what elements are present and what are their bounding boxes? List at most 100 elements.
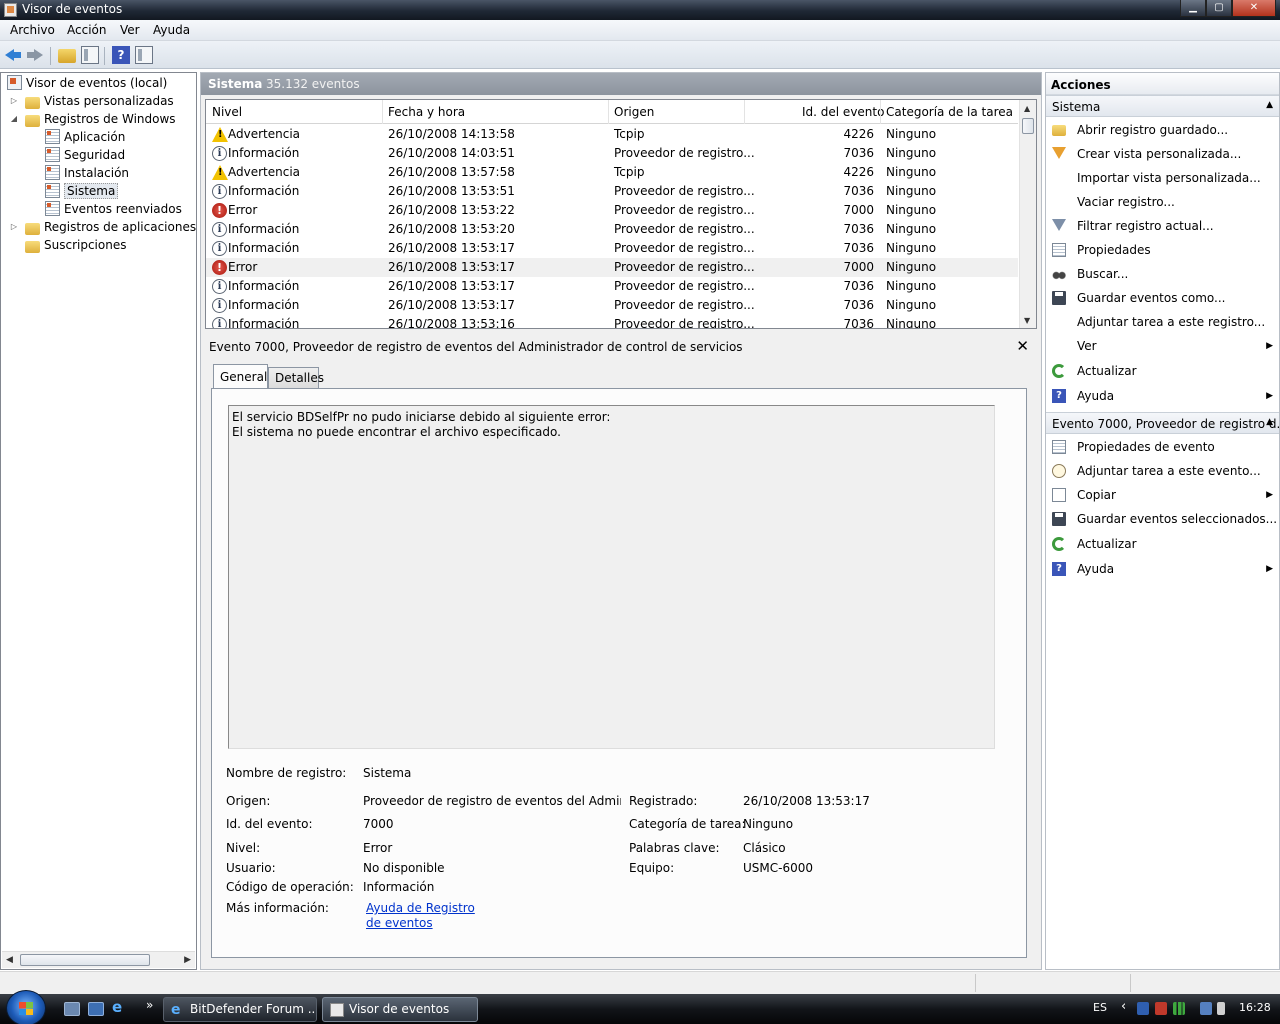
table-row[interactable]: i Información 26/10/2008 13:53:17 Proveedor… — [206, 239, 1018, 258]
column-categoria[interactable]: Categoría de la tarea — [886, 105, 1013, 119]
actions-section-evento[interactable]: Evento 7000, Proveedor de registro d... … — [1046, 412, 1279, 434]
actions-section-sistema[interactable]: Sistema ▲ — [1046, 95, 1279, 117]
internet-explorer-icon[interactable]: e — [112, 1000, 128, 1015]
action-item[interactable]: ? Ayuda ▶ — [1046, 559, 1279, 579]
event-description[interactable]: El servicio BDSelfPr no pudo iniciarse d… — [228, 405, 995, 749]
table-row[interactable]: Advertencia 26/10/2008 13:57:58 Tcpip 4226 N… — [206, 163, 1018, 182]
action-item[interactable]: Adjuntar tarea a este evento... — [1046, 461, 1279, 481]
table-row[interactable]: i Información 26/10/2008 13:53:17 Proveedor… — [206, 277, 1018, 296]
column-id[interactable]: Id. del evento — [802, 105, 884, 119]
more-info-link[interactable]: Ayuda de Registro de eventos — [366, 901, 486, 931]
quicklaunch-more-icon[interactable]: » — [146, 998, 153, 1012]
column-fecha[interactable]: Fecha y hora — [388, 105, 465, 119]
network-signal-icon[interactable] — [1173, 1002, 1185, 1015]
scroll-left-icon[interactable]: ◀ — [6, 955, 13, 965]
maximize-button[interactable]: ▢ — [1206, 0, 1232, 17]
action-item[interactable]: Guardar eventos seleccionados... — [1046, 509, 1279, 529]
scroll-right-icon[interactable]: ▶ — [184, 955, 191, 965]
menu-archivo[interactable]: Archivo — [10, 23, 55, 37]
action-item[interactable]: Copiar ▶ — [1046, 485, 1279, 505]
column-divider[interactable] — [382, 100, 383, 124]
table-row[interactable]: ! Error 26/10/2008 13:53:22 Proveedor de re… — [206, 201, 1018, 220]
action-item[interactable]: Vaciar registro... — [1046, 192, 1279, 212]
tree-item-aplicacion[interactable]: Aplicación — [45, 128, 125, 146]
action-item[interactable]: Importar vista personalizada... — [1046, 168, 1279, 188]
table-row[interactable]: i Información 26/10/2008 14:03:51 Proveedor… — [206, 144, 1018, 163]
start-button[interactable] — [6, 990, 46, 1024]
close-button[interactable]: ✕ — [1232, 0, 1276, 17]
console-tree: Visor de eventos (local) ▷ Vistas person… — [0, 72, 197, 970]
task-visor-eventos[interactable]: Visor de eventos — [322, 997, 478, 1022]
tab-general[interactable]: General — [213, 364, 268, 388]
action-item[interactable]: ? Ayuda ▶ — [1046, 386, 1279, 406]
action-item[interactable]: Actualizar — [1046, 534, 1279, 554]
scroll-down-icon[interactable]: ▼ — [1024, 316, 1030, 325]
tab-detalles[interactable]: Detalles — [268, 367, 324, 388]
collapse-arrow-icon[interactable]: ◢ — [9, 114, 19, 123]
action-item[interactable]: Propiedades de evento — [1046, 437, 1279, 457]
forward-arrow-icon[interactable] — [26, 46, 44, 64]
table-row[interactable]: ! Error 26/10/2008 13:53:17 Proveedor de re… — [206, 258, 1018, 277]
bitdefender-tray-icon[interactable] — [1155, 1002, 1167, 1015]
show-hide-tree-icon[interactable] — [81, 46, 99, 64]
table-row[interactable]: Advertencia 26/10/2008 14:13:58 Tcpip 4226 N… — [206, 125, 1018, 144]
clock[interactable]: 16:28 — [1239, 1001, 1271, 1014]
table-row[interactable]: i Información 26/10/2008 13:53:16 Proveedor… — [206, 315, 1018, 328]
menu-ver[interactable]: Ver — [120, 23, 140, 37]
switch-windows-icon[interactable] — [88, 1002, 104, 1016]
action-item[interactable]: Crear vista personalizada... — [1046, 144, 1279, 164]
tree-horizontal-scrollbar[interactable]: ◀ ▶ — [2, 951, 195, 968]
scrollbar-thumb[interactable] — [1022, 118, 1034, 134]
show-hide-actions-icon[interactable] — [135, 46, 153, 64]
network-icon[interactable] — [1200, 1002, 1212, 1015]
scroll-up-icon[interactable]: ▲ — [1024, 104, 1030, 113]
back-arrow-icon[interactable] — [4, 46, 22, 64]
column-origen[interactable]: Origen — [614, 105, 654, 119]
tree-item-registros-aplicaciones[interactable]: Registros de aplicaciones y s — [25, 218, 196, 236]
tray-chevron-icon[interactable]: ‹ — [1121, 999, 1126, 1014]
action-label: Actualizar — [1077, 364, 1137, 378]
action-item[interactable]: Filtrar registro actual... — [1046, 216, 1279, 236]
action-item[interactable]: Propiedades — [1046, 240, 1279, 260]
menu-ayuda[interactable]: Ayuda — [153, 23, 190, 37]
tree-item-instalacion[interactable]: Instalación — [45, 164, 129, 182]
minimize-button[interactable]: ▁ — [1180, 0, 1206, 17]
action-item[interactable]: Buscar... — [1046, 264, 1279, 284]
tree-item-eventos-reenviados[interactable]: Eventos reenviados — [45, 200, 182, 218]
tree-item-suscripciones[interactable]: Suscripciones — [25, 236, 126, 254]
action-item[interactable]: Ver ▶ — [1046, 336, 1279, 356]
action-item[interactable]: Abrir registro guardado... — [1046, 120, 1279, 140]
action-item[interactable]: Adjuntar tarea a este registro... — [1046, 312, 1279, 332]
help-icon: ? — [1052, 389, 1066, 403]
tray-app-icon[interactable] — [1137, 1002, 1149, 1015]
column-divider[interactable] — [608, 100, 609, 124]
task-bitdefender-forum[interactable]: e BitDefender Forum ... — [163, 997, 317, 1022]
language-indicator[interactable]: ES — [1093, 1001, 1107, 1014]
up-folder-icon[interactable] — [58, 49, 76, 63]
table-row[interactable]: i Información 26/10/2008 13:53:17 Proveedor… — [206, 296, 1018, 315]
column-divider[interactable] — [744, 100, 745, 124]
action-item[interactable]: Actualizar — [1046, 361, 1279, 381]
table-row[interactable]: i Información 26/10/2008 13:53:51 Proveedor… — [206, 182, 1018, 201]
tree-item-sistema[interactable]: Sistema — [45, 182, 119, 200]
tree-item-visor-local[interactable]: Visor de eventos (local) — [7, 74, 167, 92]
close-detail-icon[interactable]: ✕ — [1016, 337, 1029, 355]
expand-arrow-icon[interactable]: ▷ — [9, 222, 19, 231]
show-desktop-icon[interactable] — [64, 1002, 80, 1016]
expand-arrow-icon[interactable]: ▷ — [9, 96, 19, 105]
tree-item-seguridad[interactable]: Seguridad — [45, 146, 125, 164]
scrollbar-thumb[interactable] — [20, 954, 150, 966]
tree-item-registros-windows[interactable]: Registros de Windows — [25, 110, 176, 128]
action-item[interactable]: Guardar eventos como... — [1046, 288, 1279, 308]
tree-item-vistas-personalizadas[interactable]: Vistas personalizadas — [25, 92, 174, 110]
volume-icon[interactable] — [1217, 1002, 1225, 1015]
menu-accion[interactable]: Acción — [67, 23, 106, 37]
column-nivel[interactable]: Nivel — [212, 105, 242, 119]
save-icon — [1052, 291, 1066, 305]
collapse-caret-icon[interactable]: ▲ — [1266, 100, 1273, 110]
list-vertical-scrollbar[interactable]: ▲ ▼ — [1019, 100, 1036, 328]
collapse-caret-icon[interactable]: ▲ — [1266, 417, 1273, 427]
table-row[interactable]: i Información 26/10/2008 13:53:20 Proveedor… — [206, 220, 1018, 239]
help-icon[interactable]: ? — [112, 46, 130, 64]
column-divider[interactable] — [880, 100, 881, 124]
